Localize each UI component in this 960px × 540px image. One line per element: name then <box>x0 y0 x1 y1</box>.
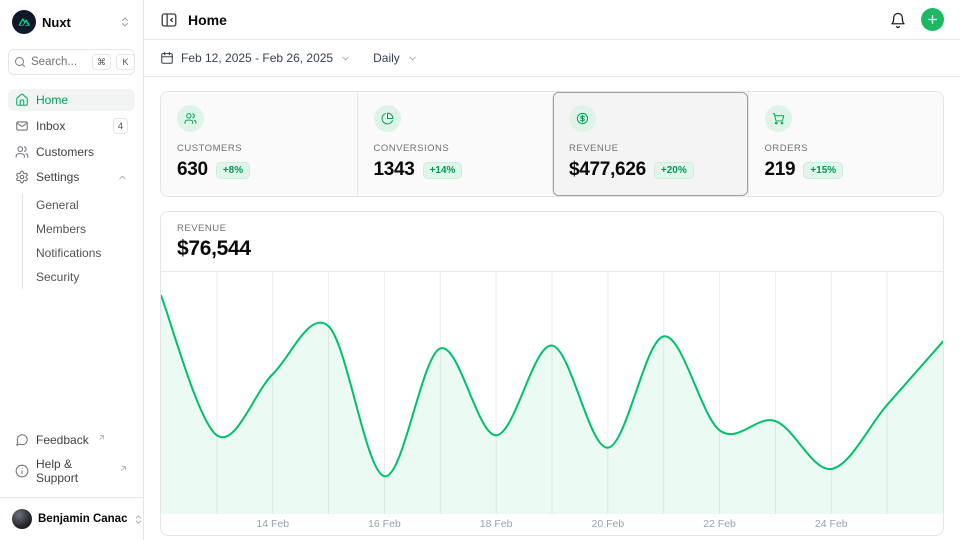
workspace-switcher[interactable]: Nuxt <box>8 8 135 36</box>
sidebar-subitem-members[interactable]: Members <box>36 217 135 241</box>
sidebar-item-label: Home <box>36 93 68 107</box>
sidebar-item-label: Customers <box>36 145 94 159</box>
nuxt-logo-icon <box>12 10 36 34</box>
stat-card-customers[interactable]: CUSTOMERS 630 +8% <box>161 92 357 196</box>
revenue-area-chart <box>161 272 943 514</box>
search-input[interactable] <box>31 56 87 68</box>
sidebar-item-settings[interactable]: Settings <box>8 166 135 188</box>
stat-icon-circle <box>177 105 204 132</box>
chevron-up-icon <box>117 172 128 183</box>
calendar-icon <box>160 51 174 65</box>
stat-card-revenue[interactable]: REVENUE $477,626 +20% <box>552 92 748 196</box>
arrow-up-right-icon <box>119 464 128 473</box>
pie-chart-icon <box>381 112 394 125</box>
inbox-count-badge: 4 <box>113 118 128 134</box>
sidebar-item-home[interactable]: Home <box>8 89 135 111</box>
x-axis-tick-label: 22 Feb <box>703 518 736 530</box>
page-title: Home <box>188 12 227 28</box>
cart-icon <box>772 112 785 125</box>
stats-grid: CUSTOMERS 630 +8% CONVERSIONS 1343 +14% REVENU… <box>160 91 944 197</box>
add-button[interactable] <box>921 8 944 31</box>
sidebar-item-label: Inbox <box>36 119 65 133</box>
sidebar-nav: Home Inbox 4 Customers Settings GeneralMember… <box>8 89 135 291</box>
filters-toolbar: Feb 12, 2025 - Feb 26, 2025 Daily <box>144 40 960 77</box>
stat-value: 1343 <box>374 159 415 181</box>
users-icon <box>15 145 29 159</box>
sidebar-subitem-notifications[interactable]: Notifications <box>36 241 135 265</box>
date-range-picker[interactable]: Feb 12, 2025 - Feb 26, 2025 <box>160 51 351 65</box>
stat-icon-circle <box>569 105 596 132</box>
user-menu-button[interactable]: Benjamin Canac <box>8 506 135 532</box>
stat-icon-circle <box>765 105 792 132</box>
inbox-icon <box>15 119 29 133</box>
chart-x-axis: 14 Feb 16 Feb 18 Feb 20 Feb 22 Feb 24 Feb <box>161 514 943 535</box>
x-axis-tick-label: 16 Feb <box>368 518 401 530</box>
stat-label: CUSTOMERS <box>177 143 341 154</box>
search-input-wrapper[interactable]: ⌘ K <box>8 49 135 75</box>
stat-value: 219 <box>765 159 796 181</box>
search-icon <box>14 56 26 68</box>
stat-card-orders[interactable]: ORDERS 219 +15% <box>748 92 944 196</box>
x-axis-tick-label: 14 Feb <box>256 518 289 530</box>
sidebar-subitem-security[interactable]: Security <box>36 265 135 289</box>
chevron-down-icon <box>407 53 418 64</box>
sidebar-item-inbox[interactable]: Inbox 4 <box>8 114 135 138</box>
info-icon <box>15 464 29 478</box>
content: CUSTOMERS 630 +8% CONVERSIONS 1343 +14% REVENU… <box>144 77 960 540</box>
stat-icon-circle <box>374 105 401 132</box>
sidebar-subnav-settings: GeneralMembersNotificationsSecurity <box>22 193 135 289</box>
home-icon <box>15 93 29 107</box>
chat-bubble-icon <box>15 433 29 447</box>
revenue-chart-panel: REVENUE $76,544 14 Feb 16 Feb 18 Feb 20 Feb… <box>160 211 944 536</box>
user-area: Benjamin Canac <box>0 497 143 540</box>
chart-header: REVENUE $76,544 <box>161 212 943 272</box>
kbd-k: K <box>116 54 135 70</box>
circle-dollar-icon <box>576 112 589 125</box>
notifications-bell-icon[interactable] <box>889 11 907 29</box>
chart-total-value: $76,544 <box>177 237 927 261</box>
stat-delta-badge: +8% <box>216 162 250 179</box>
sidebar-footer-item-feedback[interactable]: Feedback <box>8 429 135 451</box>
users-icon <box>184 112 197 125</box>
stat-delta-badge: +15% <box>803 162 843 179</box>
stat-label: CONVERSIONS <box>374 143 537 154</box>
stat-card-conversions[interactable]: CONVERSIONS 1343 +14% <box>357 92 553 196</box>
chevrons-up-down-icon <box>133 514 144 525</box>
chart-title: REVENUE <box>177 223 927 234</box>
sidebar: Nuxt ⌘ K Home Inbox 4 Customers Settings Gene… <box>0 0 144 540</box>
sidebar-item-customers[interactable]: Customers <box>8 141 135 163</box>
sidebar-collapse-icon[interactable] <box>160 11 178 29</box>
topbar: Home <box>144 0 960 40</box>
avatar <box>12 509 32 529</box>
granularity-value: Daily <box>373 51 400 65</box>
sidebar-subitem-general[interactable]: General <box>36 193 135 217</box>
sidebar-item-label: Feedback <box>36 433 89 447</box>
stat-value: 630 <box>177 159 208 181</box>
stat-delta-badge: +20% <box>654 162 694 179</box>
granularity-select[interactable]: Daily <box>373 51 418 65</box>
x-axis-tick-label: 18 Feb <box>480 518 513 530</box>
stat-delta-badge: +14% <box>423 162 463 179</box>
user-name: Benjamin Canac <box>38 513 127 525</box>
chevrons-up-down-icon <box>119 16 131 28</box>
main-area: Home Feb 12, 2025 - Feb 26, 2025 Daily C… <box>144 0 960 540</box>
sidebar-footer-nav: Feedback Help & Support <box>8 429 135 489</box>
sidebar-footer-item-help[interactable]: Help & Support <box>8 453 135 489</box>
gear-icon <box>15 170 29 184</box>
x-axis-tick-label: 20 Feb <box>591 518 624 530</box>
x-axis-tick-label: 24 Feb <box>815 518 848 530</box>
sidebar-item-label: Help & Support <box>36 457 111 485</box>
stat-value: $477,626 <box>569 159 646 181</box>
kbd-meta: ⌘ <box>92 54 111 70</box>
plus-icon <box>926 13 939 26</box>
date-range-value: Feb 12, 2025 - Feb 26, 2025 <box>181 51 333 65</box>
chevron-down-icon <box>340 53 351 64</box>
revenue-chart-plot[interactable] <box>161 272 943 514</box>
stat-label: ORDERS <box>765 143 928 154</box>
workspace-name: Nuxt <box>42 15 71 30</box>
arrow-up-right-icon <box>97 433 106 442</box>
stat-label: REVENUE <box>569 143 732 154</box>
sidebar-item-label: Settings <box>36 170 79 184</box>
